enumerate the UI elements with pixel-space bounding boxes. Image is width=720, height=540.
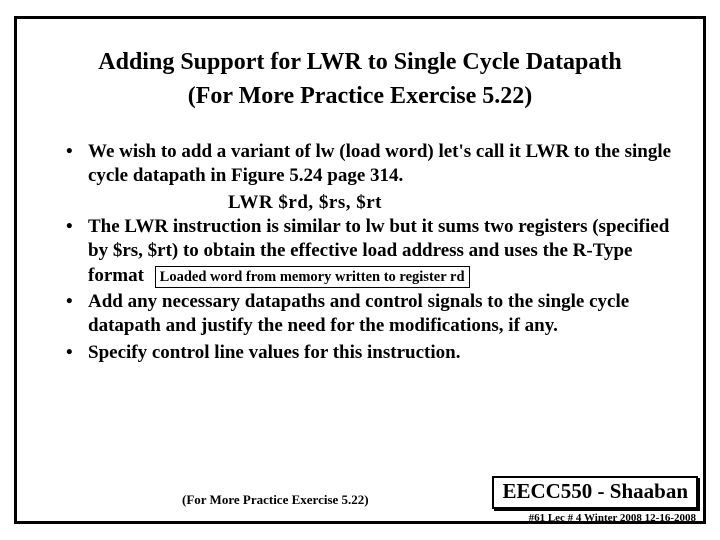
bullet-item: • The LWR instruction is similar to lw b… (62, 215, 682, 288)
slide-body: • We wish to add a variant of lw (load w… (62, 140, 682, 367)
bullet-mark: • (62, 140, 88, 189)
bullet-item: • Specify control line values for this i… (62, 341, 682, 365)
title-line-2: (For More Practice Exercise 5.22) (40, 80, 680, 114)
footer-block: EECC550 - Shaaban #61 Lec # 4 Winter 200… (492, 476, 698, 524)
bullet-mark: • (62, 290, 88, 339)
slide-title: Adding Support for LWR to Single Cycle D… (40, 46, 680, 113)
inline-note-box: Loaded word from memory written to regis… (155, 266, 470, 289)
bullet-text: We wish to add a variant of lw (load wor… (88, 140, 682, 189)
bullet-text: Specify control line values for this ins… (88, 341, 682, 365)
footer-note: (For More Practice Exercise 5.22) (182, 492, 369, 508)
bullet-item: • We wish to add a variant of lw (load w… (62, 140, 682, 189)
bullet-text: Add any necessary datapaths and control … (88, 290, 682, 339)
bullet-item: • Add any necessary datapaths and contro… (62, 290, 682, 339)
bullet-text: The LWR instruction is similar to lw but… (88, 215, 682, 288)
footer-course: EECC550 - Shaaban (492, 476, 698, 509)
footer-meta: #61 Lec # 4 Winter 2008 12-16-2008 (492, 512, 698, 524)
bullet-mark: • (62, 341, 88, 365)
instruction-line: LWR $rd, $rs, $rt (228, 191, 682, 215)
bullet-mark: • (62, 215, 88, 288)
title-line-1: Adding Support for LWR to Single Cycle D… (40, 46, 680, 80)
